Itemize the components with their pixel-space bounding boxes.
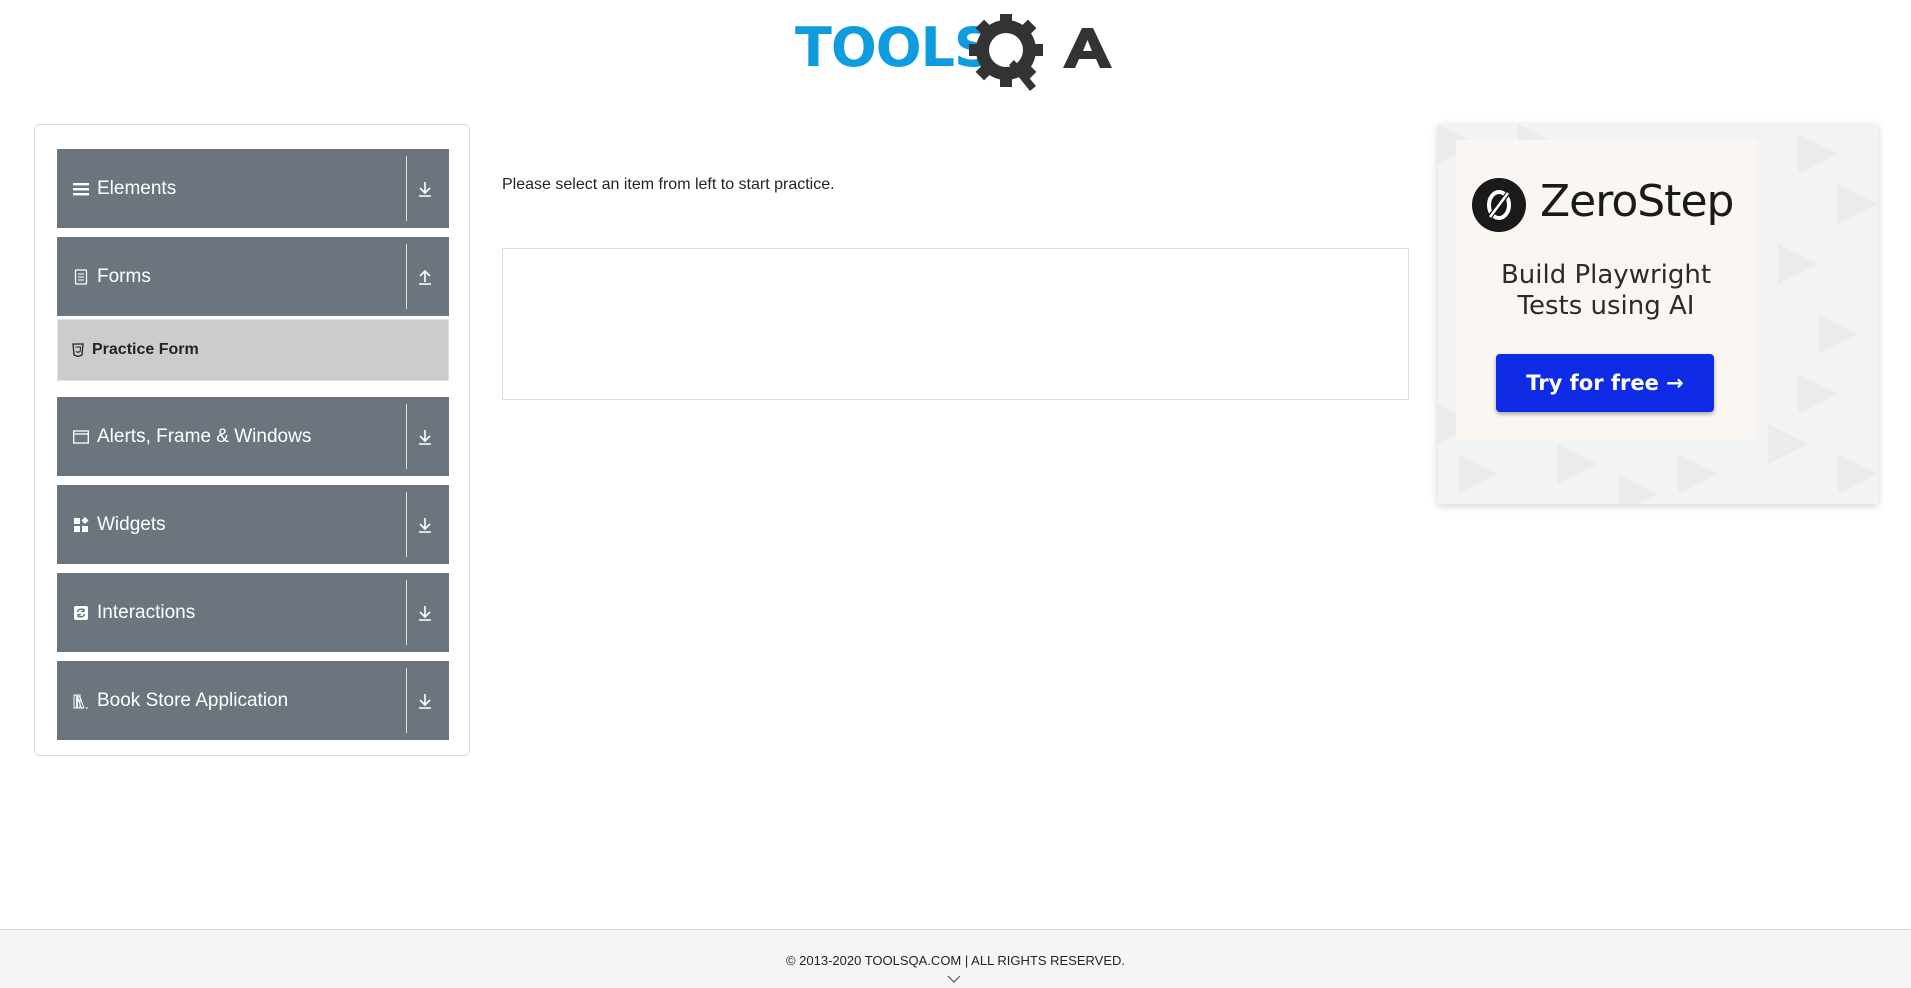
sidebar-group-label: Widgets <box>97 513 166 535</box>
sidebar-item-label: Practice Form <box>92 341 199 358</box>
zerostep-logo-icon <box>1472 178 1526 232</box>
left-panel: Elements Forms Practice Form Alerts, Fra… <box>34 124 470 756</box>
logo-text-tools: TOOLS <box>795 16 992 79</box>
sidebar-group-label: Elements <box>97 177 177 199</box>
divider <box>406 156 407 221</box>
form-document-icon <box>74 268 88 285</box>
ad-brand-name: ZeroStep <box>1540 176 1734 227</box>
try-for-free-button[interactable]: Try for free → <box>1496 354 1714 412</box>
interactions-icon <box>74 605 88 620</box>
sidebar-group-alerts-frame-windows[interactable]: Alerts, Frame & Windows <box>57 397 449 476</box>
sidebar-group-label: Alerts, Frame & Windows <box>97 425 312 447</box>
divider <box>406 404 407 469</box>
download-arrow-icon[interactable] <box>415 603 435 623</box>
advertisement-banner[interactable]: ZeroStep Build Playwright Tests using AI… <box>1438 124 1878 504</box>
sidebar-group-elements[interactable]: Elements <box>57 149 449 228</box>
practice-content-area <box>502 248 1409 400</box>
html5-icon <box>72 343 84 357</box>
ad-headline: Build Playwright Tests using AI <box>1456 260 1756 322</box>
logo-letter-a <box>1063 28 1112 68</box>
gear-icon <box>969 14 1043 91</box>
window-icon <box>73 429 89 444</box>
copyright-text: © 2013-2020 TOOLSQA.COM | ALL RIGHTS RES… <box>785 953 1126 968</box>
chevron-down-icon[interactable] <box>947 974 961 984</box>
hamburger-icon <box>73 182 89 195</box>
books-icon <box>73 694 88 709</box>
sidebar-group-book-store-application[interactable]: Book Store Application <box>57 661 449 740</box>
ad-card: ZeroStep Build Playwright Tests using AI… <box>1456 140 1756 440</box>
sidebar-group-label: Forms <box>97 265 151 287</box>
download-arrow-icon[interactable] <box>415 515 435 535</box>
divider <box>406 668 407 733</box>
sidebar-item-practice-form[interactable]: Practice Form <box>57 319 449 381</box>
sidebar-group-interactions[interactable]: Interactions <box>57 573 449 652</box>
ad-headline-line-1: Build Playwright <box>1500 260 1712 290</box>
divider <box>406 492 407 557</box>
divider <box>406 580 407 645</box>
toolsqa-logo[interactable]: TOOLS <box>795 14 1120 94</box>
sidebar-group-label: Book Store Application <box>97 689 289 711</box>
footer: © 2013-2020 TOOLSQA.COM | ALL RIGHTS RES… <box>0 929 1911 988</box>
sidebar-group-widgets[interactable]: Widgets <box>57 485 449 564</box>
sidebar-group-label: Interactions <box>97 601 196 623</box>
download-arrow-icon[interactable] <box>415 691 435 711</box>
download-arrow-icon[interactable] <box>415 427 435 447</box>
divider <box>406 244 407 309</box>
widgets-icon <box>74 516 89 532</box>
sidebar-group-forms[interactable]: Forms <box>57 237 449 316</box>
download-arrow-icon[interactable] <box>415 179 435 199</box>
upload-arrow-icon[interactable] <box>415 267 435 287</box>
ad-headline-line-2: Tests using AI <box>1517 291 1695 321</box>
instruction-text: Please select an item from left to start… <box>502 176 835 193</box>
